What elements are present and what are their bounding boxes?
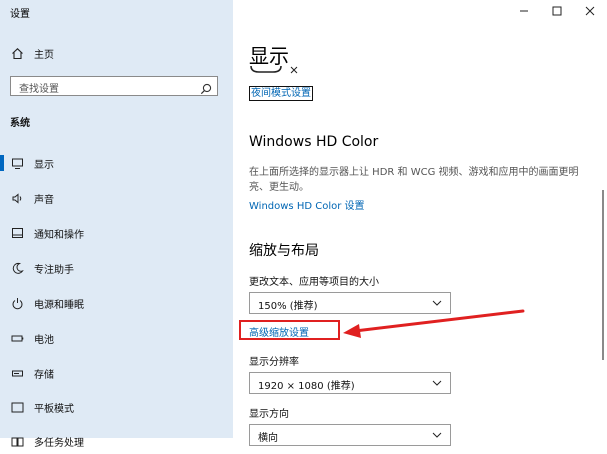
resolution-label: 显示分辨率 <box>249 357 299 368</box>
resolution-value: 1920 × 1080 (推荐) <box>258 381 355 392</box>
window-title: 设置 <box>10 9 30 20</box>
settings-sidebar: 设置 主页 查找设置 系统 显示 声音 通知和操作 专注助手 电源和睡眠 电池 … <box>0 0 233 449</box>
sidebar-item-focus-assist[interactable]: 专注助手 <box>0 255 233 281</box>
night-light-toggle[interactable] <box>249 64 309 76</box>
scale-label: 更改文本、应用等项目的大小 <box>249 277 379 288</box>
tablet-icon <box>10 400 24 414</box>
resolution-dropdown[interactable]: 1920 × 1080 (推荐) <box>249 372 451 394</box>
sidebar-item-battery[interactable]: 电池 <box>0 325 233 351</box>
sidebar-item-label: 电源和睡眠 <box>34 299 84 311</box>
hd-color-heading: Windows HD Color <box>249 134 379 150</box>
orientation-value: 横向 <box>258 433 278 444</box>
monitor-icon <box>10 156 24 170</box>
minimize-button[interactable] <box>509 0 539 22</box>
sidebar-item-label: 显示 <box>34 159 54 171</box>
sidebar-item-tablet-mode[interactable]: 平板模式 <box>0 394 233 420</box>
hd-color-description: 在上面所选择的显示器上让 HDR 和 WCG 视频、游戏和应用中的画面更明亮、更… <box>249 167 579 193</box>
sidebar-item-label: 通知和操作 <box>34 229 84 241</box>
night-light-settings-link[interactable]: 夜间模式设置 <box>249 86 313 101</box>
advanced-scaling-link[interactable]: 高级缩放设置 <box>249 324 309 339</box>
sidebar-item-label: 存储 <box>34 369 54 381</box>
scale-value: 150% (推荐) <box>258 301 318 312</box>
sidebar-item-label: 声音 <box>34 194 54 206</box>
battery-icon <box>10 331 24 345</box>
speaker-icon <box>10 191 24 205</box>
home-icon <box>10 46 24 60</box>
hd-color-settings-link[interactable]: Windows HD Color 设置 <box>249 197 365 212</box>
close-button[interactable] <box>575 0 605 22</box>
sidebar-item-sound[interactable]: 声音 <box>0 185 233 211</box>
power-icon <box>10 296 24 310</box>
maximize-button[interactable] <box>542 0 572 22</box>
search-placeholder: 查找设置 <box>19 84 59 95</box>
sidebar-item-display[interactable]: 显示 <box>0 150 233 176</box>
sidebar-item-notifications[interactable]: 通知和操作 <box>0 220 233 246</box>
sidebar-item-storage[interactable]: 存储 <box>0 360 233 386</box>
moon-icon <box>10 261 24 275</box>
section-system-label: 系统 <box>10 118 30 129</box>
search-icon[interactable] <box>200 80 212 95</box>
sidebar-item-multitasking[interactable]: 多任务处理 <box>0 428 233 454</box>
sidebar-item-label: 电池 <box>34 334 54 346</box>
orientation-label: 显示方向 <box>249 409 289 420</box>
sidebar-item-label: 专注助手 <box>34 264 74 276</box>
notification-icon <box>10 226 24 240</box>
home-label: 主页 <box>34 49 54 61</box>
chevron-down-icon <box>432 380 442 386</box>
storage-icon <box>10 366 24 380</box>
multitask-icon <box>10 434 24 448</box>
chevron-down-icon <box>432 300 442 306</box>
home-nav[interactable]: 主页 <box>0 40 233 66</box>
orientation-dropdown[interactable]: 横向 <box>249 424 451 446</box>
sidebar-item-label: 平板模式 <box>34 403 74 415</box>
search-input[interactable]: 查找设置 <box>10 76 218 96</box>
scale-layout-heading: 缩放与布局 <box>249 243 319 259</box>
annotation-arrow <box>343 309 525 338</box>
display-settings-page: 显示 夜间模式设置 Windows HD Color 在上面所选择的显示器上让 … <box>233 0 607 446</box>
sidebar-item-label: 多任务处理 <box>34 437 84 449</box>
sidebar-item-power-sleep[interactable]: 电源和睡眠 <box>0 290 233 316</box>
scrollbar[interactable] <box>602 190 604 360</box>
